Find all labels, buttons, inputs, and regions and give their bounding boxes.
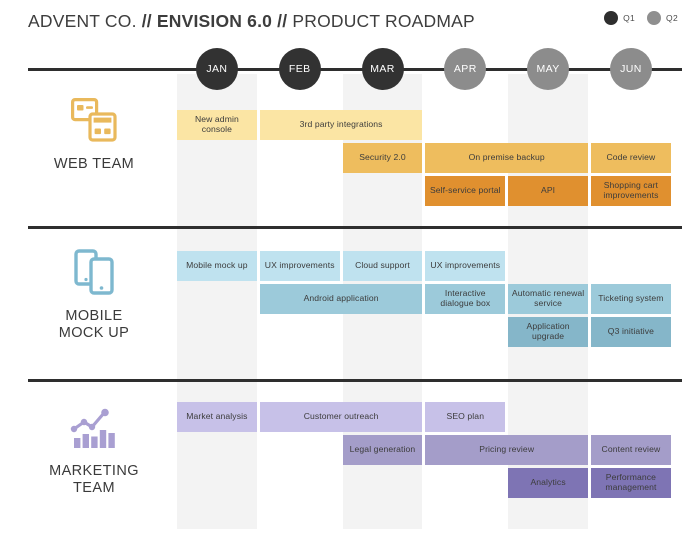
browser-windows-icon (24, 92, 164, 148)
roadmap-bar-label: API (541, 185, 556, 196)
month-label: MAR (370, 63, 395, 75)
roadmap-bar-label: Automatic renewal service (511, 288, 585, 308)
roadmap-bar[interactable]: Android application (259, 284, 423, 314)
month-label: JUN (620, 63, 642, 75)
roadmap-bar[interactable]: Performance management (591, 468, 671, 498)
team-name-line: WEB TEAM (53, 156, 135, 172)
timeline-month-jan[interactable]: JAN (195, 48, 238, 90)
roadmap-bar[interactable]: Mobile mock up (177, 251, 257, 281)
roadmap-bar[interactable]: Legal generation (342, 435, 423, 465)
roadmap-bar[interactable]: SEO plan (425, 402, 506, 432)
roadmap-bar-label: Security 2.0 (359, 152, 406, 163)
roadmap-bar[interactable]: Code review (591, 143, 671, 173)
month-label: MAY (536, 63, 560, 75)
roadmap-bar-label: Cloud support (355, 260, 410, 271)
roadmap-bar[interactable]: Interactive dialogue box (425, 284, 506, 314)
roadmap-bar-label: Ticketing system (598, 293, 664, 304)
roadmap-bar[interactable]: Market analysis (177, 402, 257, 432)
roadmap-bar[interactable]: Application upgrade (508, 317, 588, 347)
team-label-mobile-mock-up: MOBILE MOCK UP (24, 244, 164, 341)
product-name: ENVISION 6.0 (156, 11, 273, 31)
circle-icon (604, 11, 619, 25)
roadmap-bar[interactable]: Customer outreach (259, 402, 423, 432)
roadmap-bar-label: Q3 initiative (607, 326, 654, 337)
section-divider-2 (28, 379, 682, 382)
month-label: APR (453, 63, 477, 75)
circle-icon (647, 11, 662, 25)
roadmap-bar-label: Customer outreach (303, 411, 379, 422)
roadmap-bar[interactable]: Cloud support (342, 251, 423, 281)
page-subtitle: PRODUCT ROADMAP (292, 11, 475, 31)
roadmap-bar[interactable]: 3rd party integrations (259, 110, 423, 140)
month-label: FEB (288, 63, 311, 75)
roadmap-bar[interactable]: Q3 initiative (591, 317, 671, 347)
team-label-web-team: WEB TEAM (24, 92, 164, 173)
page-title: ADVENT CO. // ENVISION 6.0 // PRODUCT RO… (28, 11, 475, 32)
roadmap-bar[interactable]: API (508, 176, 588, 206)
team-name-line: TEAM (73, 479, 115, 496)
roadmap-bar-label: Content review (601, 444, 661, 455)
legend-label: Q2 (666, 13, 678, 23)
team-name-line: MOCK UP (58, 324, 130, 341)
team-name: MOBILE MOCK UP (24, 308, 164, 341)
roadmap-bar[interactable]: Analytics (508, 468, 588, 498)
timeline-month-feb[interactable]: FEB (278, 48, 321, 90)
roadmap-bar-label: Market analysis (186, 411, 248, 422)
roadmap-bar-label: Shopping cart improvements (603, 180, 659, 200)
mobile-devices-icon (24, 244, 164, 300)
roadmap-bar-label: Legal generation (349, 444, 416, 455)
roadmap-bar-label: On premise backup (468, 152, 545, 163)
company-name: ADVENT CO. (28, 11, 137, 31)
section-divider-1 (28, 226, 682, 229)
roadmap-bar-label: UX improvements (430, 260, 501, 271)
timeline-month-apr[interactable]: APR (444, 48, 487, 90)
roadmap-bar-label: Analytics (530, 477, 566, 488)
legend-label: Q1 (623, 13, 636, 23)
roadmap-bar-label: SEO plan (446, 411, 485, 422)
team-name: MARKETING TEAM (24, 463, 164, 496)
legend-item-q2: Q2 (647, 11, 678, 25)
roadmap-bar-label: Self-service portal (429, 185, 501, 196)
roadmap-bar-label: New admin console (194, 114, 239, 134)
timeline-month-may[interactable]: MAY (527, 48, 570, 90)
roadmap-bar[interactable]: Ticketing system (591, 284, 671, 314)
roadmap-bar-label: Performance management (605, 472, 657, 492)
legend-item-q1: Q1 (604, 11, 635, 25)
roadmap-bar-label: Interactive dialogue box (440, 288, 491, 308)
roadmap-bar-label: Code review (606, 152, 656, 163)
roadmap-bar-label: Pricing review (479, 444, 535, 455)
month-band-jan (177, 74, 257, 529)
roadmap-bar-label: Android application (303, 293, 379, 304)
roadmap-bar[interactable]: UX improvements (259, 251, 340, 281)
quarter-legend: Q1 Q2 (604, 11, 678, 25)
team-label-marketing-team: MARKETING TEAM (24, 399, 164, 496)
roadmap-bar[interactable]: Security 2.0 (342, 143, 423, 173)
roadmap-bar[interactable]: Content review (591, 435, 671, 465)
roadmap-bar-label: Application upgrade (526, 321, 570, 341)
roadmap-bar[interactable]: UX improvements (425, 251, 506, 281)
roadmap-bar[interactable]: New admin console (177, 110, 257, 140)
bar-chart-trend-icon (24, 399, 164, 455)
roadmap-canvas: ADVENT CO. // ENVISION 6.0 // PRODUCT RO… (0, 0, 700, 540)
title-separator-2: // (277, 11, 288, 31)
team-name-line: MOBILE (65, 308, 123, 324)
roadmap-bar[interactable]: Pricing review (425, 435, 588, 465)
timeline-axis (28, 68, 682, 71)
roadmap-bar-label: UX improvements (264, 260, 335, 271)
month-label: JAN (206, 63, 228, 75)
timeline-month-jun[interactable]: JUN (609, 48, 652, 90)
team-name: WEB TEAM (24, 156, 164, 173)
timeline-month-mar[interactable]: MAR (361, 48, 404, 90)
roadmap-bar[interactable]: Shopping cart improvements (591, 176, 671, 206)
roadmap-bar[interactable]: Self-service portal (425, 176, 506, 206)
roadmap-bar[interactable]: On premise backup (425, 143, 588, 173)
roadmap-bar-label: Mobile mock up (186, 260, 248, 271)
team-name-line: MARKETING (49, 463, 139, 479)
roadmap-bar[interactable]: Automatic renewal service (508, 284, 588, 314)
roadmap-bar-label: 3rd party integrations (299, 119, 383, 130)
title-separator-1: // (141, 11, 152, 31)
